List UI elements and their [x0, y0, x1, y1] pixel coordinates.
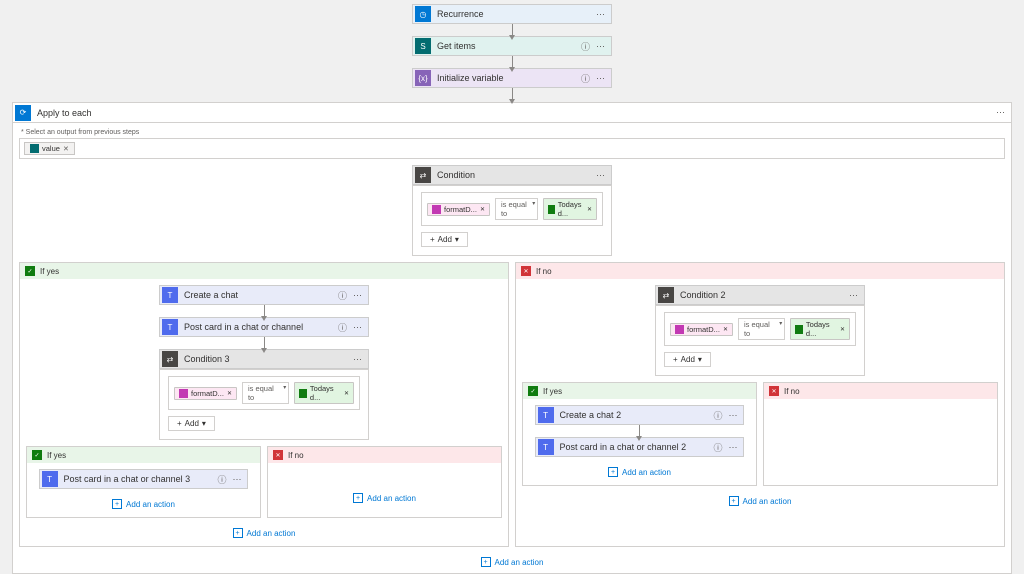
cross-icon: ✕ [521, 266, 531, 276]
menu-icon[interactable]: ⋯ [353, 322, 362, 333]
info-icon[interactable]: ⓘ [338, 321, 347, 334]
add-action-link[interactable]: +Add an action [729, 496, 792, 506]
menu-icon[interactable]: ⋯ [996, 107, 1005, 118]
operand-right[interactable]: Todays d...✕ [790, 318, 850, 340]
token-value[interactable]: value ✕ [24, 142, 75, 155]
condition-icon: ⇄ [162, 351, 178, 367]
action-create-chat[interactable]: T Create a chat ⓘ ⋯ [159, 285, 369, 305]
menu-icon[interactable]: ⋯ [728, 442, 737, 453]
teams-icon: T [538, 439, 554, 455]
remove-token-icon[interactable]: ✕ [63, 145, 69, 153]
menu-icon[interactable]: ⋯ [353, 354, 362, 365]
action-create-chat-2[interactable]: T Create a chat 2 ⓘ ⋯ [535, 405, 745, 425]
operator-select[interactable]: is equal to [495, 198, 538, 220]
add-condition-button[interactable]: + Add ▾ [168, 416, 215, 431]
scope-header-apply-to-each[interactable]: ⟳ Apply to each ⋯ [13, 103, 1011, 123]
menu-icon[interactable]: ⋯ [596, 41, 605, 52]
token-dot-icon [30, 144, 39, 153]
scope-title: Apply to each [37, 108, 92, 118]
info-icon[interactable]: ⓘ [217, 473, 226, 486]
operand-left[interactable]: formatD...✕ [174, 387, 237, 400]
menu-icon[interactable]: ⋯ [596, 9, 605, 20]
add-action-link[interactable]: +Add an action [233, 528, 296, 538]
add-action-link[interactable]: +Add an action [353, 493, 416, 503]
check-icon: ✓ [25, 266, 35, 276]
arrow-icon [512, 24, 513, 36]
clock-icon: ◷ [415, 6, 431, 22]
info-icon[interactable]: ⓘ [338, 289, 347, 302]
action-condition-2[interactable]: ⇄ Condition 2 ⋯ [655, 285, 865, 305]
foreach-input[interactable]: value ✕ [19, 138, 1005, 159]
branch-if-yes-3: ✓If yes T Post card in a chat or channel… [26, 446, 261, 518]
action-title: Condition [437, 170, 590, 180]
add-action-link[interactable]: +Add an action [481, 557, 544, 567]
sharepoint-icon: S [415, 38, 431, 54]
condition-icon: ⇄ [415, 167, 431, 183]
arrow-icon [512, 88, 513, 100]
operand-left[interactable]: formatD...✕ [427, 203, 490, 216]
loop-icon: ⟳ [15, 105, 31, 121]
menu-icon[interactable]: ⋯ [596, 73, 605, 84]
branch-if-yes: ✓ If yes T Create a chat ⓘ ⋯ T [19, 262, 509, 547]
action-condition[interactable]: ⇄ Condition ⋯ [412, 165, 612, 185]
add-condition-button[interactable]: + Add ▾ [664, 352, 711, 367]
scope-apply-to-each: ⟳ Apply to each ⋯ * Select an output fro… [12, 102, 1012, 574]
check-icon: ✓ [32, 450, 42, 460]
teams-icon: T [162, 319, 178, 335]
operand-right[interactable]: Todays d...✕ [543, 198, 597, 220]
operand-right[interactable]: Todays d...✕ [294, 382, 354, 404]
operator-select[interactable]: is equal to [738, 318, 785, 340]
info-icon[interactable]: ⓘ [713, 441, 722, 454]
cross-icon: ✕ [769, 386, 779, 396]
menu-icon[interactable]: ⋯ [849, 290, 858, 301]
branch-if-no: ✕ If no ⇄ Condition 2 ⋯ [515, 262, 1005, 547]
condition-row: formatD...✕ is equal to Todays d...✕ [421, 192, 603, 226]
teams-icon: T [42, 471, 58, 487]
arrow-icon [639, 425, 640, 437]
branch-if-yes-2: ✓If yes T Create a chat 2 ⓘ ⋯ [522, 382, 757, 486]
operator-select[interactable]: is equal to [242, 382, 289, 404]
condition-row: formatD...✕ is equal to Todays d...✕ [664, 312, 856, 346]
branch-header-no: ✕ If no [516, 263, 1004, 279]
teams-icon: T [162, 287, 178, 303]
action-recurrence[interactable]: ◷ Recurrence ⋯ [412, 4, 612, 24]
arrow-icon [512, 56, 513, 68]
branch-if-no-2: ✕If no [763, 382, 998, 486]
check-icon: ✓ [528, 386, 538, 396]
condition-icon: ⇄ [658, 287, 674, 303]
menu-icon[interactable]: ⋯ [353, 290, 362, 301]
branch-header-yes: ✓ If yes [20, 263, 508, 279]
variable-icon: {x} [415, 70, 431, 86]
add-action-link[interactable]: +Add an action [608, 467, 671, 477]
arrow-icon [264, 305, 265, 317]
menu-icon[interactable]: ⋯ [596, 170, 605, 181]
info-icon[interactable]: ⓘ [713, 409, 722, 422]
teams-icon: T [538, 407, 554, 423]
add-action-link[interactable]: +Add an action [112, 499, 175, 509]
menu-icon[interactable]: ⋯ [232, 474, 241, 485]
branch-if-no-3: ✕If no +Add an action [267, 446, 502, 518]
action-title: Initialize variable [437, 73, 575, 83]
add-condition-button[interactable]: + Add ▾ [421, 232, 468, 247]
info-icon[interactable]: ⓘ [581, 72, 590, 85]
cross-icon: ✕ [273, 450, 283, 460]
action-title: Get items [437, 41, 575, 51]
condition-row: formatD...✕ is equal to Todays d...✕ [168, 376, 360, 410]
action-title: Recurrence [437, 9, 590, 19]
info-icon[interactable]: ⓘ [581, 40, 590, 53]
input-hint: * Select an output from previous steps [19, 127, 1005, 138]
action-post-card-3[interactable]: T Post card in a chat or channel 3 ⓘ ⋯ [39, 469, 249, 489]
menu-icon[interactable]: ⋯ [728, 410, 737, 421]
operand-left[interactable]: formatD...✕ [670, 323, 733, 336]
arrow-icon [264, 337, 265, 349]
